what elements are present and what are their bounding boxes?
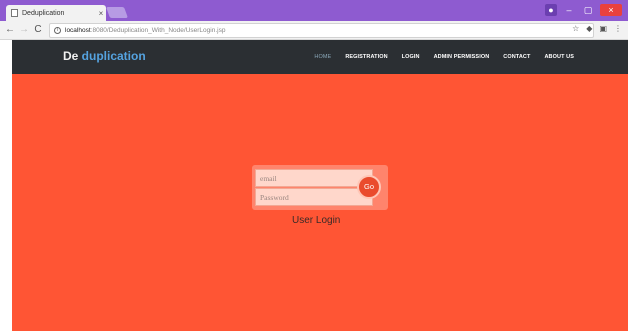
- maximize-button[interactable]: ▢: [581, 4, 595, 16]
- kebab-menu-icon[interactable]: ⋮: [614, 24, 622, 33]
- close-window-button[interactable]: ×: [600, 4, 622, 16]
- nav-item-registration[interactable]: REGISTRATION: [345, 54, 387, 60]
- brand-logo[interactable]: De duplication: [63, 49, 146, 63]
- site-navbar: De duplication HOME REGISTRATION LOGIN A…: [12, 40, 628, 74]
- tab-title: Deduplication: [22, 9, 65, 17]
- user-profile-icon[interactable]: ●: [545, 4, 557, 16]
- tab-close-button[interactable]: ×: [96, 9, 106, 18]
- nav-item-contact[interactable]: CONTACT: [503, 54, 530, 60]
- new-tab-button[interactable]: [105, 7, 129, 18]
- url-host: localhost: [65, 27, 91, 34]
- browser-titlebar: Deduplication × ● – ▢ ×: [0, 0, 628, 21]
- document-icon: [11, 9, 18, 17]
- nav-item-home[interactable]: HOME: [314, 54, 331, 60]
- login-title: User Login: [292, 215, 341, 226]
- nav-item-login[interactable]: LOGIN: [402, 54, 420, 60]
- address-bar[interactable]: i localhost:8080/Deduplication_With_Node…: [49, 23, 594, 38]
- page-content: De duplication HOME REGISTRATION LOGIN A…: [12, 40, 628, 331]
- toolbar-icons: ☆ ◆ ▣ ⋮: [572, 24, 622, 33]
- go-button[interactable]: Go: [357, 175, 381, 199]
- extension-box-icon[interactable]: ▣: [599, 24, 607, 33]
- star-icon[interactable]: ☆: [572, 24, 579, 33]
- nav-menu: HOME REGISTRATION LOGIN ADMIN PERMISSION…: [314, 40, 574, 74]
- url-path: :8080/Deduplication_With_Node/UserLogin.…: [90, 27, 226, 34]
- email-field[interactable]: [255, 169, 373, 187]
- forward-arrow-icon[interactable]: →: [18, 23, 30, 37]
- back-arrow-icon[interactable]: ←: [4, 23, 16, 37]
- brand-first: De: [63, 49, 79, 63]
- browser-tab[interactable]: Deduplication ×: [6, 5, 106, 21]
- window-controls: ● – ▢ ×: [545, 3, 622, 17]
- password-field[interactable]: [255, 188, 373, 206]
- info-icon[interactable]: i: [54, 27, 61, 34]
- login-form: Go: [252, 165, 388, 210]
- brand-second: duplication: [78, 49, 146, 63]
- nav-item-about-us[interactable]: ABOUT US: [544, 54, 574, 60]
- extension-icon[interactable]: ◆: [586, 24, 592, 33]
- minimize-button[interactable]: –: [562, 4, 576, 16]
- browser-toolbar: ← → C i localhost:8080/Deduplication_Wit…: [0, 21, 628, 40]
- nav-item-admin-permission[interactable]: ADMIN PERMISSION: [434, 54, 490, 60]
- reload-icon[interactable]: C: [32, 23, 44, 37]
